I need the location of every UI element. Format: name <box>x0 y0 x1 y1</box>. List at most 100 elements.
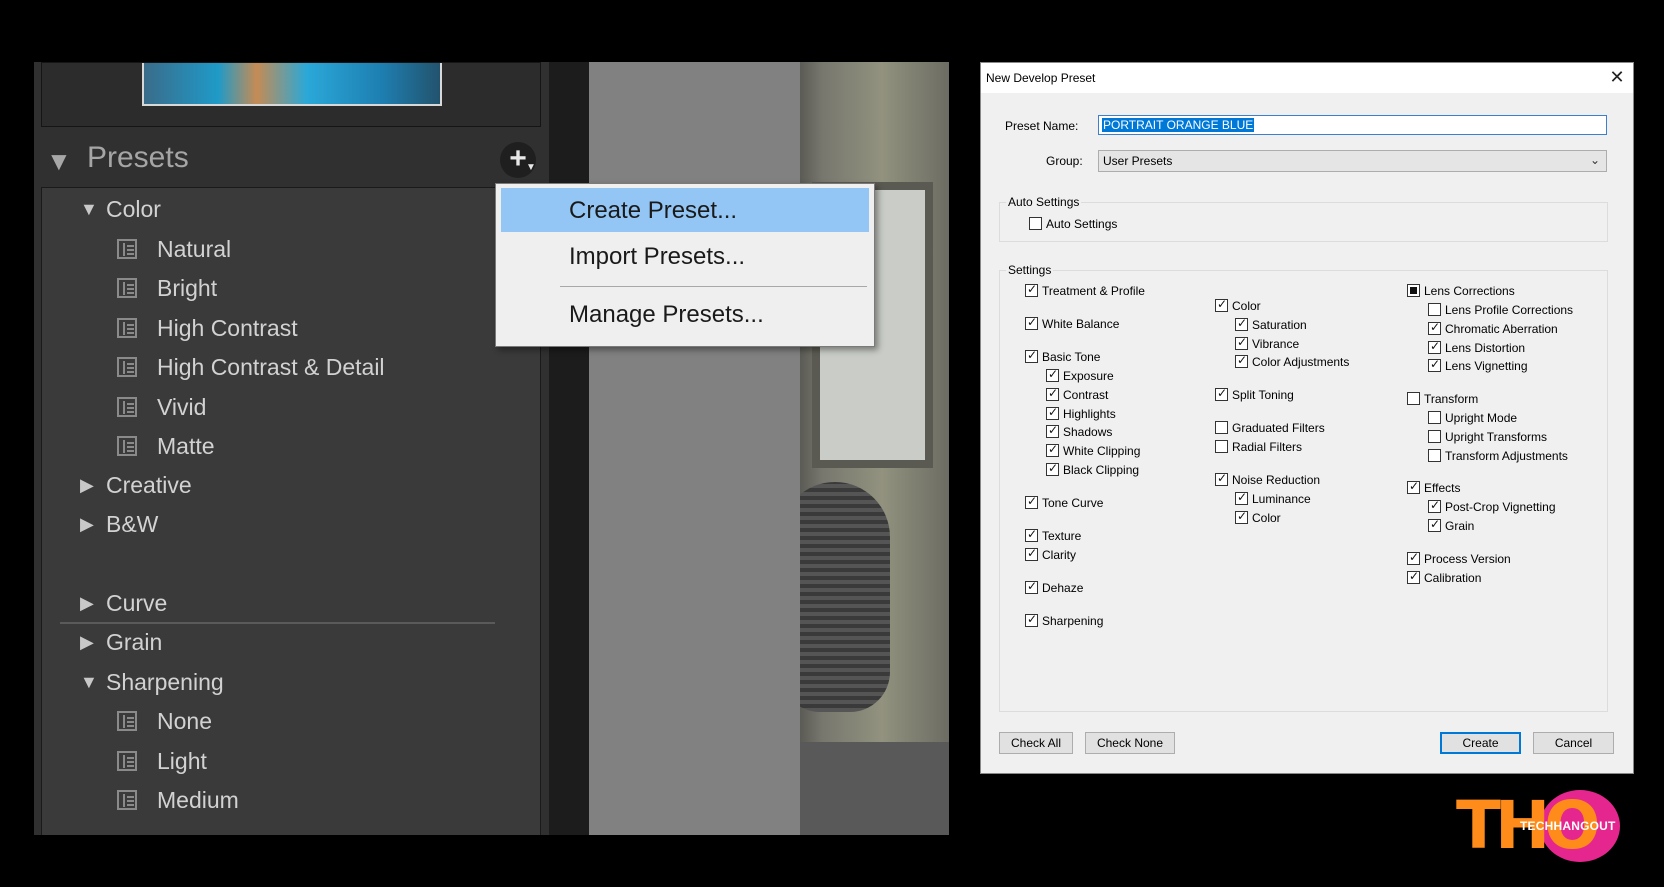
checkbox-box <box>1215 440 1228 453</box>
manage-presets-menu-item[interactable]: Manage Presets... <box>501 292 869 336</box>
checkbox-box <box>1407 392 1420 405</box>
checkbox-label: Sharpening <box>1042 614 1104 628</box>
checkbox-box <box>1025 546 1038 561</box>
check-all-button[interactable]: Check All <box>999 732 1073 754</box>
checkbox-box <box>1046 405 1059 420</box>
preset-label: High Contrast <box>157 315 298 341</box>
preset-label: Bright <box>157 275 218 301</box>
preset-icon <box>117 711 137 731</box>
close-icon[interactable]: ✕ <box>1605 66 1629 90</box>
photo-base-detail <box>800 742 949 835</box>
preset-icon <box>117 436 137 456</box>
checkbox-box <box>1235 316 1248 331</box>
navigator-frame <box>41 62 541 127</box>
preset-item[interactable]: Medium <box>42 784 442 822</box>
preset-item[interactable]: Light <box>42 745 442 783</box>
menu-item-label: Import Presets... <box>569 243 746 270</box>
presets-panel-title[interactable]: Presets <box>87 141 189 175</box>
preset-label: High Contrast & Detail <box>157 354 385 380</box>
preset-group-label: Sharpening <box>106 669 224 695</box>
checkbox-label: Transform Adjustments <box>1445 449 1568 463</box>
checkbox-box <box>1235 353 1248 368</box>
checkbox-label: Chromatic Aberration <box>1445 322 1558 336</box>
checkbox-box <box>1215 297 1228 312</box>
preset-item[interactable]: Matte <box>42 430 442 468</box>
checkbox-label: Contrast <box>1063 388 1109 402</box>
checkbox-box <box>1407 550 1420 565</box>
collapsed-triangle-icon: ▶ <box>80 632 94 652</box>
checkbox-label: Upright Mode <box>1445 411 1518 425</box>
menu-separator <box>560 286 867 287</box>
preset-item[interactable]: Natural <box>42 233 442 271</box>
checkbox-label: Noise Reduction <box>1232 473 1321 487</box>
preset-icon <box>117 278 137 298</box>
preset-icon <box>117 318 137 338</box>
preset-context-menu: Create Preset... Import Presets... Manag… <box>495 183 875 347</box>
group-value: User Presets <box>1103 154 1173 168</box>
create-button[interactable]: Create <box>1440 732 1521 754</box>
checkbox-box <box>1215 421 1228 434</box>
checkbox-label: Lens Vignetting <box>1445 359 1528 373</box>
chevron-down-icon: ⌄ <box>1589 153 1600 167</box>
preset-item[interactable]: High Contrast <box>42 312 442 350</box>
preset-group-label: B&W <box>106 511 159 537</box>
preset-item[interactable]: High Contrast & Detail <box>42 351 442 389</box>
cancel-button[interactable]: Cancel <box>1533 732 1614 754</box>
checkbox-label: Black Clipping <box>1063 463 1140 477</box>
checkbox-box <box>1428 449 1441 462</box>
checkbox-box <box>1025 527 1038 542</box>
checkbox-box <box>1046 367 1059 382</box>
import-presets-menu-item[interactable]: Import Presets... <box>501 234 869 278</box>
checkbox-box <box>1428 411 1441 424</box>
preset-item[interactable]: Bright <box>42 272 442 310</box>
checkbox-label: Grain <box>1445 519 1475 533</box>
preset-label: None <box>157 708 212 734</box>
checkbox-label: Color <box>1252 511 1281 525</box>
photo-background <box>589 62 800 835</box>
group-select[interactable]: User Presets ⌄ <box>1098 150 1607 172</box>
checkbox-box <box>1025 282 1038 297</box>
checkbox-label: Color <box>1232 299 1261 313</box>
checkbox-box <box>1407 479 1420 494</box>
checkbox-box <box>1428 517 1441 532</box>
navigator-thumbnail[interactable] <box>142 63 442 106</box>
tree-divider <box>60 622 495 624</box>
preset-item[interactable]: Vivid <box>42 391 442 429</box>
checkbox-box <box>1428 357 1441 372</box>
checkbox-box <box>1046 423 1059 438</box>
checkbox-label: Graduated Filters <box>1232 421 1325 435</box>
photo-urn-detail <box>800 482 890 712</box>
checkbox-box <box>1046 461 1059 476</box>
checkbox-box <box>1407 569 1420 584</box>
preset-item[interactable]: None <box>42 705 442 743</box>
checkbox-label: Lens Distortion <box>1445 341 1526 355</box>
checkbox-label: Transform <box>1424 392 1479 406</box>
check-none-button[interactable]: Check None <box>1085 732 1175 754</box>
collapsed-triangle-icon: ▶ <box>80 593 94 613</box>
checkbox-label: Split Toning <box>1232 388 1294 402</box>
checkbox-box <box>1215 386 1228 401</box>
chevron-down-icon: ▼ <box>526 162 536 173</box>
checkbox-box <box>1235 335 1248 350</box>
checkbox-box <box>1029 217 1042 230</box>
presets-collapse-triangle-icon[interactable]: ▼ <box>46 146 72 177</box>
checkbox-label: Exposure <box>1063 369 1114 383</box>
checkbox-label: Vibrance <box>1252 337 1300 351</box>
preset-icon <box>117 357 137 377</box>
preset-group-label: Curve <box>106 590 168 616</box>
checkbox-label: White Balance <box>1042 317 1120 331</box>
preset-label: Medium <box>157 787 239 813</box>
preset-icon <box>117 790 137 810</box>
checkbox-box <box>1025 579 1038 594</box>
checkbox-box <box>1025 315 1038 330</box>
preset-group-label: Grain <box>106 629 163 655</box>
create-preset-menu-item[interactable]: Create Preset... <box>501 188 869 232</box>
checkbox-box <box>1428 498 1441 513</box>
checkbox-label: Treatment & Profile <box>1042 284 1145 298</box>
checkbox-label: Tone Curve <box>1042 496 1104 510</box>
checkbox-label: Radial Filters <box>1232 440 1303 454</box>
preset-name-input[interactable]: PORTRAIT ORANGE BLUE <box>1098 115 1607 135</box>
checkbox-label: Upright Transforms <box>1445 430 1548 444</box>
checkbox-box <box>1025 348 1038 363</box>
lightroom-panel: ▼ Presets + ▼ ▼ Color Natural Bright Hig… <box>34 62 949 835</box>
